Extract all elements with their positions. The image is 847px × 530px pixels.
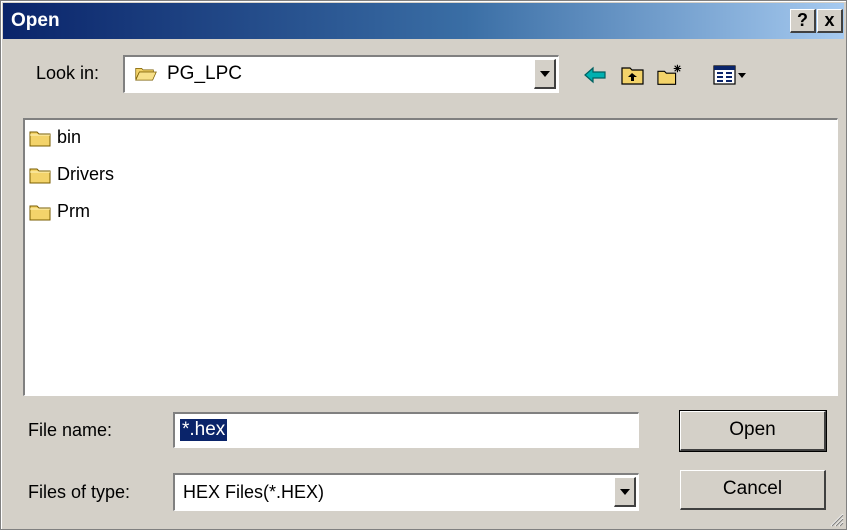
- file-name-input[interactable]: *.hex: [173, 412, 639, 448]
- help-button[interactable]: ?: [790, 9, 816, 33]
- close-button[interactable]: x: [817, 9, 843, 33]
- folder-icon: [29, 131, 51, 147]
- file-name-value: *.hex: [180, 419, 228, 441]
- look-in-label: Look in:: [36, 63, 100, 83]
- new-folder-icon[interactable]: [657, 63, 683, 87]
- look-in-value: PG_LPC: [167, 63, 242, 84]
- file-name-label: File name:: [28, 420, 113, 440]
- resize-grip-icon[interactable]: [828, 511, 844, 527]
- window-title: Open: [11, 10, 60, 31]
- up-one-level-icon[interactable]: [620, 63, 646, 87]
- file-type-dropdown-button[interactable]: [614, 477, 636, 507]
- file-item-label: Drivers: [57, 164, 114, 184]
- file-type-combo[interactable]: HEX Files(*.HEX): [173, 473, 639, 511]
- file-type-label: Files of type:: [28, 482, 131, 502]
- folder-icon: [29, 205, 51, 221]
- cancel-button[interactable]: Cancel: [680, 470, 826, 510]
- chevron-down-icon: [620, 489, 630, 495]
- view-menu-icon[interactable]: [713, 63, 749, 87]
- file-list[interactable]: bin Drivers Prm: [23, 118, 838, 396]
- file-item-label: bin: [57, 127, 82, 147]
- folder-icon: [29, 168, 51, 184]
- open-folder-icon: [135, 68, 157, 81]
- chevron-down-icon: [540, 71, 550, 77]
- open-button[interactable]: Open: [679, 410, 827, 452]
- open-dialog: Open ? x Look in: PG_LPC bin Drivers Prm…: [0, 0, 847, 530]
- look-in-dropdown-button[interactable]: [534, 59, 556, 89]
- file-item-label: Prm: [57, 201, 90, 221]
- back-arrow-icon[interactable]: [583, 63, 609, 87]
- file-type-value: HEX Files(*.HEX): [183, 482, 325, 502]
- look-in-combo[interactable]: PG_LPC: [123, 55, 559, 93]
- title-bar[interactable]: Open ? x: [3, 3, 844, 39]
